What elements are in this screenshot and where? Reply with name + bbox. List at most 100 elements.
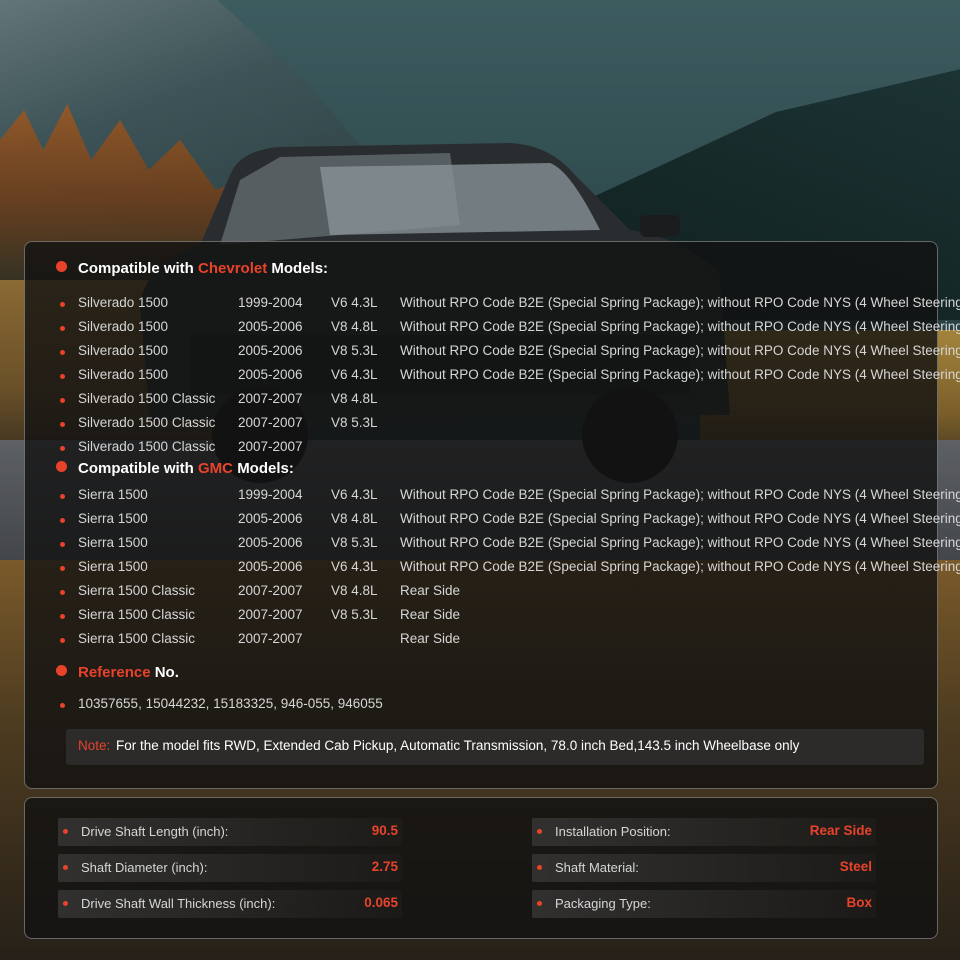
brand-name: GMC	[198, 460, 234, 477]
small-red-dot-icon	[60, 518, 65, 523]
small-red-dot-icon	[63, 865, 68, 870]
model-name: Silverado 1500	[78, 319, 169, 334]
engine-size: V6 4.3L	[331, 367, 378, 382]
small-red-dot-icon	[60, 350, 65, 355]
model-years: 1999-2004	[238, 295, 303, 310]
small-red-dot-icon	[60, 422, 65, 427]
engine-size: V8 4.8L	[331, 319, 378, 334]
model-years: 1999-2004	[238, 487, 303, 502]
engine-size: V6 4.3L	[331, 559, 378, 574]
spec-value: Steel	[839, 859, 872, 874]
fitment-notes: Without RPO Code B2E (Special Spring Pac…	[400, 535, 960, 550]
model-name: Silverado 1500	[78, 343, 169, 358]
model-years: 2005-2006	[238, 343, 303, 358]
spec-label: Installation Position:	[555, 824, 671, 839]
note-label: Note:	[78, 738, 111, 753]
small-red-dot-icon	[60, 542, 65, 547]
fitment-notes: Without RPO Code B2E (Special Spring Pac…	[400, 367, 960, 382]
spec-row: Packaging Type: Box	[532, 890, 876, 918]
fitment-note: Note: For the model fits RWD, Extended C…	[66, 729, 924, 765]
small-red-dot-icon	[537, 865, 542, 870]
small-red-dot-icon	[60, 638, 65, 643]
spec-row: Drive Shaft Wall Thickness (inch): 0.065	[58, 890, 402, 918]
model-name: Sierra 1500	[78, 511, 148, 526]
model-name: Sierra 1500	[78, 559, 148, 574]
engine-size: V8 5.3L	[331, 607, 378, 622]
model-years: 2007-2007	[238, 439, 303, 454]
small-red-dot-icon	[60, 374, 65, 379]
small-red-dot-icon	[63, 901, 68, 906]
fitment-notes: Without RPO Code B2E (Special Spring Pac…	[400, 511, 960, 526]
model-name: Silverado 1500 Classic	[78, 415, 216, 430]
reference-values-text: 10357655, 15044232, 15183325, 946-055, 9…	[78, 696, 383, 711]
heading-prefix: Compatible with	[78, 260, 194, 277]
spec-label: Shaft Material:	[555, 860, 639, 875]
model-years: 2005-2006	[238, 559, 303, 574]
engine-size: V8 4.8L	[331, 391, 378, 406]
model-name: Silverado 1500	[78, 367, 169, 382]
small-red-dot-icon	[60, 614, 65, 619]
fitment-notes: Without RPO Code B2E (Special Spring Pac…	[400, 319, 960, 334]
engine-size: V8 5.3L	[331, 415, 378, 430]
reference-heading: Reference No.	[56, 664, 179, 681]
small-red-dot-icon	[60, 398, 65, 403]
spec-row: Installation Position: Rear Side	[532, 818, 876, 846]
model-name: Silverado 1500 Classic	[78, 391, 216, 406]
model-name: Sierra 1500	[78, 535, 148, 550]
chevrolet-section-heading: Compatible with Chevrolet Models:	[56, 260, 328, 277]
fitment-notes: Without RPO Code B2E (Special Spring Pac…	[400, 295, 960, 310]
model-years: 2005-2006	[238, 367, 303, 382]
spec-label: Drive Shaft Wall Thickness (inch):	[81, 896, 276, 911]
engine-size: V8 5.3L	[331, 343, 378, 358]
small-red-dot-icon	[60, 703, 65, 708]
fitment-notes: Without RPO Code B2E (Special Spring Pac…	[400, 343, 960, 358]
brand-name: Chevrolet	[198, 260, 268, 277]
engine-size: V8 4.8L	[331, 583, 378, 598]
model-name: Sierra 1500 Classic	[78, 631, 196, 646]
small-red-dot-icon	[60, 590, 65, 595]
spec-label: Packaging Type:	[555, 896, 651, 911]
fitment-notes: Without RPO Code B2E (Special Spring Pac…	[400, 559, 960, 574]
engine-size: V6 4.3L	[331, 487, 378, 502]
small-red-dot-icon	[60, 326, 65, 331]
model-name: Sierra 1500	[78, 487, 148, 502]
spec-label: Shaft Diameter (inch):	[81, 860, 208, 875]
spec-value: Box	[846, 895, 872, 910]
small-red-dot-icon	[63, 829, 68, 834]
model-name: Sierra 1500 Classic	[78, 583, 196, 598]
engine-size: V8 5.3L	[331, 535, 378, 550]
note-text: For the model fits RWD, Extended Cab Pic…	[116, 738, 800, 753]
spec-row: Shaft Material: Steel	[532, 854, 876, 882]
fitment-notes: Rear Side	[400, 583, 461, 598]
spec-value: 2.75	[371, 859, 398, 874]
spec-label: Drive Shaft Length (inch):	[81, 824, 229, 839]
fitment-notes: Rear Side	[400, 631, 461, 646]
model-years: 2007-2007	[238, 631, 303, 646]
small-red-dot-icon	[60, 494, 65, 499]
model-years: 2005-2006	[238, 511, 303, 526]
red-circle-bullet-icon	[56, 261, 67, 272]
model-years: 2005-2006	[238, 535, 303, 550]
engine-size: V8 4.8L	[331, 511, 378, 526]
small-red-dot-icon	[60, 446, 65, 451]
spec-value: 90.5	[371, 823, 398, 838]
spec-value: Rear Side	[809, 823, 872, 838]
engine-size: V6 4.3L	[331, 295, 378, 310]
red-circle-bullet-icon	[56, 461, 67, 472]
model-name: Silverado 1500 Classic	[78, 439, 216, 454]
small-red-dot-icon	[60, 302, 65, 307]
spec-row: Shaft Diameter (inch): 2.75	[58, 854, 402, 882]
reference-label: Reference	[78, 664, 151, 681]
fitment-notes: Without RPO Code B2E (Special Spring Pac…	[400, 487, 960, 502]
small-red-dot-icon	[537, 901, 542, 906]
red-circle-bullet-icon	[56, 665, 67, 676]
model-years: 2005-2006	[238, 319, 303, 334]
reference-suffix: No.	[154, 664, 179, 681]
model-years: 2007-2007	[238, 583, 303, 598]
model-name: Silverado 1500	[78, 295, 169, 310]
heading-suffix: Models:	[237, 460, 294, 477]
spec-value: 0.065	[364, 895, 398, 910]
small-red-dot-icon	[60, 566, 65, 571]
heading-prefix: Compatible with	[78, 460, 194, 477]
gmc-section-heading: Compatible with GMC Models:	[56, 460, 294, 477]
